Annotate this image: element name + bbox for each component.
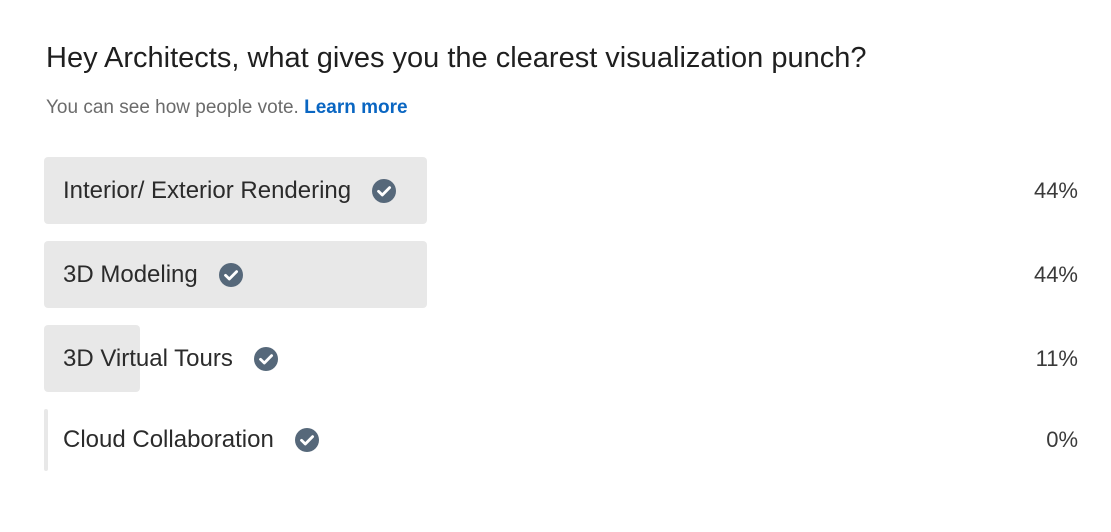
- poll-option-percent: 11%: [1035, 345, 1078, 371]
- poll-option-label: Cloud Collaboration: [63, 426, 274, 453]
- poll-option-label: Interior/ Exterior Rendering: [63, 176, 352, 204]
- poll-option-label: 3D Modeling: [63, 260, 198, 288]
- poll-card: Hey Architects, what gives you the clear…: [0, 0, 1111, 532]
- poll-option-cloud-collaboration[interactable]: Cloud Collaboration 0%: [44, 409, 1084, 471]
- poll-visibility-note: You can see how people vote. Learn more: [46, 94, 408, 122]
- poll-option-3d-virtual-tours[interactable]: 3D Virtual Tours 11%: [44, 325, 1084, 392]
- poll-option-label: 3D Virtual Tours: [63, 344, 233, 372]
- poll-option-interior-exterior-rendering[interactable]: Interior/ Exterior Rendering 44%: [44, 157, 1084, 224]
- checkmark-circle-icon: [294, 427, 320, 453]
- checkmark-circle-icon: [253, 346, 279, 372]
- poll-option-percent: 44%: [1033, 261, 1078, 287]
- learn-more-link[interactable]: Learn more: [304, 97, 407, 118]
- checkmark-circle-icon: [371, 178, 397, 204]
- poll-option-3d-modeling[interactable]: 3D Modeling 44%: [44, 241, 1084, 308]
- poll-question: Hey Architects, what gives you the clear…: [46, 42, 867, 74]
- poll-options: Interior/ Exterior Rendering 44% 3D Mode…: [44, 157, 1084, 488]
- checkmark-circle-icon: [218, 262, 244, 288]
- poll-option-result-bar: [44, 409, 48, 471]
- poll-option-percent: 0%: [1046, 427, 1078, 452]
- visibility-text: You can see how people vote.: [46, 97, 299, 118]
- poll-option-percent: 44%: [1033, 177, 1078, 203]
